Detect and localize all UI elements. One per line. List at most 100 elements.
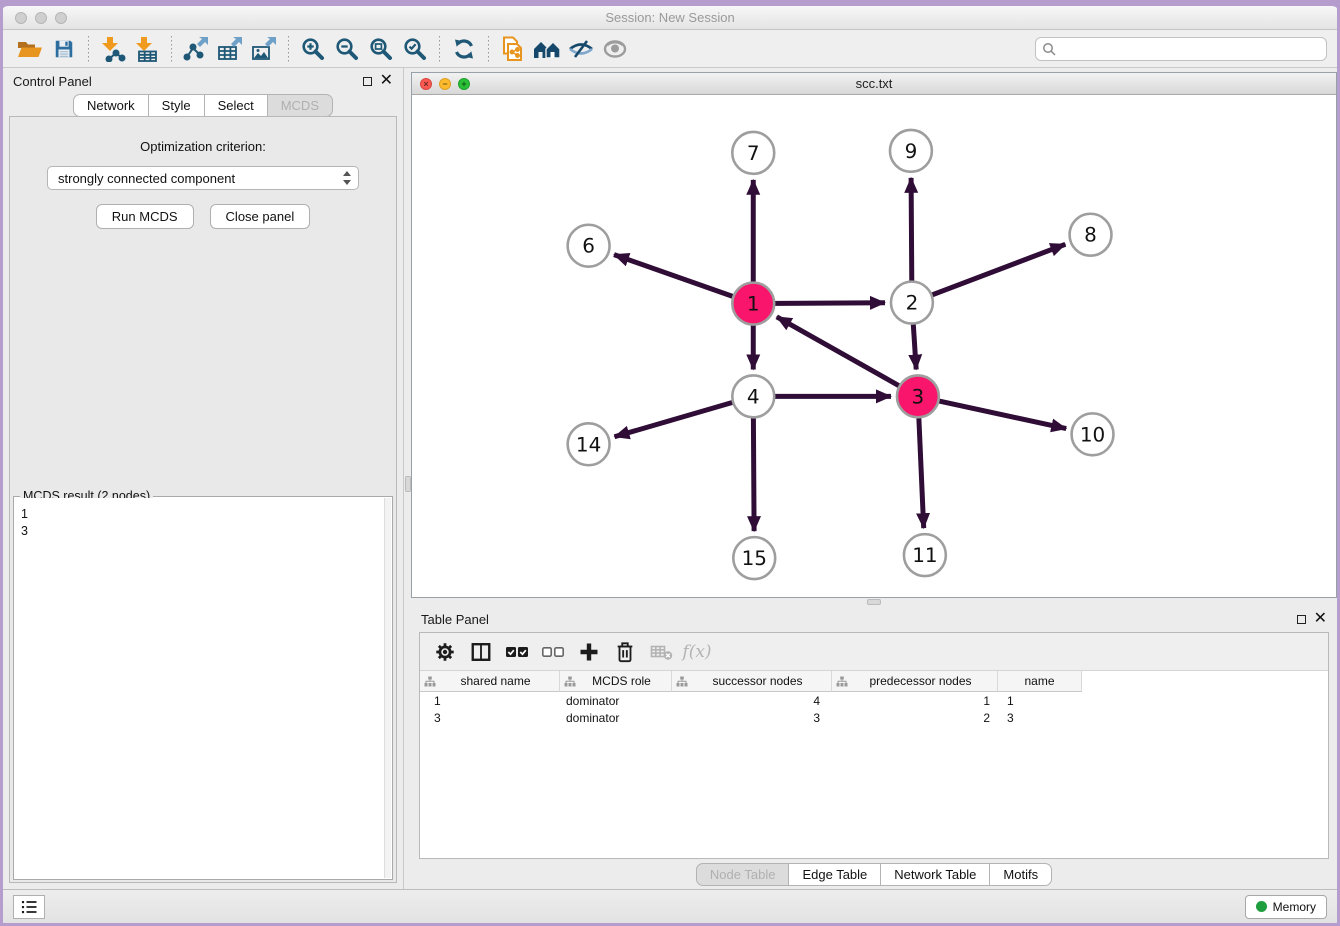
close-panel-icon[interactable]: ✕ — [380, 73, 393, 89]
export-image-button[interactable] — [247, 34, 281, 64]
result-scrollbar[interactable] — [384, 498, 391, 878]
horizontal-splitter[interactable] — [411, 598, 1337, 606]
graph-node-15[interactable]: 15 — [733, 537, 775, 579]
graph-node-2[interactable]: 2 — [891, 282, 933, 324]
vertical-splitter[interactable] — [403, 68, 411, 889]
import-table-button[interactable] — [130, 34, 164, 64]
graph-node-10[interactable]: 10 — [1072, 413, 1114, 455]
plus-icon — [577, 640, 601, 664]
tab-style[interactable]: Style — [149, 94, 205, 117]
tab-select[interactable]: Select — [205, 94, 268, 117]
column-header-mcds-role[interactable]: MCDS role — [560, 671, 672, 692]
tab-mcds[interactable]: MCDS — [268, 94, 333, 117]
graph-edge-3-10[interactable] — [918, 396, 1066, 428]
optimization-criterion-label: Optimization criterion: — [140, 139, 266, 154]
graph-node-7[interactable]: 7 — [732, 132, 774, 174]
unselect-all-columns-button[interactable] — [538, 638, 568, 666]
column-header-name[interactable]: name — [998, 671, 1082, 692]
graph-node-14[interactable]: 14 — [568, 423, 610, 465]
cell-name[interactable]: 1 — [998, 694, 1082, 708]
mcds-result-box: MCDS result (2 nodes) 1 3 — [13, 496, 393, 880]
zoom-selected-button[interactable] — [398, 34, 432, 64]
export-table-button[interactable] — [213, 34, 247, 64]
column-header-shared-name[interactable]: shared name — [420, 671, 560, 692]
close-panel-icon[interactable]: ✕ — [1314, 611, 1327, 627]
zoom-in-button[interactable] — [296, 34, 330, 64]
open-session-button[interactable] — [13, 34, 47, 64]
float-panel-icon[interactable] — [363, 77, 372, 86]
table-header-row: shared name MCDS role — [420, 671, 1328, 692]
export-network-button[interactable] — [179, 34, 213, 64]
cell-predecessor-nodes[interactable]: 2 — [832, 711, 998, 725]
mcds-result-text[interactable]: 1 3 — [15, 498, 384, 878]
cell-successor-nodes[interactable]: 3 — [672, 711, 832, 725]
function-builder-button-disabled[interactable]: f(x) — [682, 638, 712, 666]
hide-graphics-details-button[interactable] — [564, 34, 598, 64]
table-row[interactable]: 1 dominator 4 1 1 — [420, 692, 1328, 709]
graph-node-1[interactable]: 1 — [732, 283, 774, 325]
refresh-button[interactable] — [447, 34, 481, 64]
delete-table-icon — [650, 641, 673, 663]
zoom-fit-button[interactable] — [364, 34, 398, 64]
splitter-grip[interactable] — [867, 599, 881, 605]
cell-mcds-role[interactable]: dominator — [560, 694, 672, 708]
toolbar-separator — [171, 36, 172, 62]
network-graph[interactable]: 7 9 6 8 1 2 4 3 14 10 15 11 — [412, 95, 1336, 597]
search-input[interactable] — [1060, 42, 1320, 56]
svg-text:2: 2 — [906, 291, 919, 315]
column-header-successor-nodes[interactable]: successor nodes — [672, 671, 832, 692]
criterion-select[interactable]: strongly connected component — [47, 166, 359, 190]
delete-table-button-disabled[interactable] — [646, 638, 676, 666]
select-stepper-icon — [342, 170, 352, 186]
save-session-button[interactable] — [47, 34, 81, 64]
table-container: f(x) shared name — [419, 632, 1329, 859]
tab-motifs[interactable]: Motifs — [990, 863, 1052, 886]
graph-node-8[interactable]: 8 — [1070, 214, 1112, 256]
cell-predecessor-nodes[interactable]: 1 — [832, 694, 998, 708]
toolbar-separator — [439, 36, 440, 62]
table-settings-button[interactable] — [430, 638, 460, 666]
cell-mcds-role[interactable]: dominator — [560, 711, 672, 725]
column-header-predecessor-nodes[interactable]: predecessor nodes — [832, 671, 998, 692]
cell-shared-name[interactable]: 1 — [420, 694, 560, 708]
zoom-out-button[interactable] — [330, 34, 364, 64]
search-field[interactable] — [1035, 37, 1327, 61]
graph-node-9[interactable]: 9 — [890, 130, 932, 172]
trash-icon — [614, 640, 636, 664]
tab-node-table[interactable]: Node Table — [696, 863, 790, 886]
split-panel-button[interactable] — [466, 638, 496, 666]
run-mcds-button[interactable]: Run MCDS — [96, 204, 194, 229]
tab-network-table[interactable]: Network Table — [881, 863, 990, 886]
graph-edge-2-8[interactable] — [912, 244, 1065, 302]
float-panel-icon[interactable] — [1297, 615, 1306, 624]
home-button[interactable] — [530, 34, 564, 64]
delete-column-button[interactable] — [610, 638, 640, 666]
right-column: × − + scc.txt 7968124314101511 Table Pan… — [411, 68, 1337, 889]
close-panel-button[interactable]: Close panel — [210, 204, 311, 229]
select-all-columns-button[interactable] — [502, 638, 532, 666]
table-panel-header: Table Panel ✕ — [411, 606, 1337, 632]
main-area: Control Panel ✕ Network Style Select MCD… — [3, 68, 1337, 889]
memory-status-icon — [1256, 901, 1267, 912]
duplicate-network-button[interactable] — [496, 34, 530, 64]
memory-button[interactable]: Memory — [1245, 895, 1327, 919]
graph-node-3[interactable]: 3 — [897, 375, 939, 417]
network-canvas[interactable]: 7 9 6 8 1 2 4 3 14 10 15 11 — [412, 95, 1336, 597]
import-network-button[interactable] — [96, 34, 130, 64]
graph-node-6[interactable]: 6 — [568, 225, 610, 267]
gear-icon — [434, 641, 456, 663]
cell-successor-nodes[interactable]: 4 — [672, 694, 832, 708]
splitter-grip[interactable] — [405, 476, 411, 492]
task-history-button[interactable] — [13, 895, 45, 919]
add-column-button[interactable] — [574, 638, 604, 666]
svg-text:8: 8 — [1084, 223, 1097, 247]
table-row[interactable]: 3 dominator 3 2 3 — [420, 709, 1328, 726]
graph-node-11[interactable]: 11 — [904, 534, 946, 576]
graph-node-4[interactable]: 4 — [732, 375, 774, 417]
tab-edge-table[interactable]: Edge Table — [789, 863, 881, 886]
graph-edge-3-1[interactable] — [777, 317, 918, 397]
cell-name[interactable]: 3 — [998, 711, 1082, 725]
cell-shared-name[interactable]: 3 — [420, 711, 560, 725]
show-graphics-details-button[interactable] — [598, 34, 632, 64]
tab-network[interactable]: Network — [73, 94, 149, 117]
